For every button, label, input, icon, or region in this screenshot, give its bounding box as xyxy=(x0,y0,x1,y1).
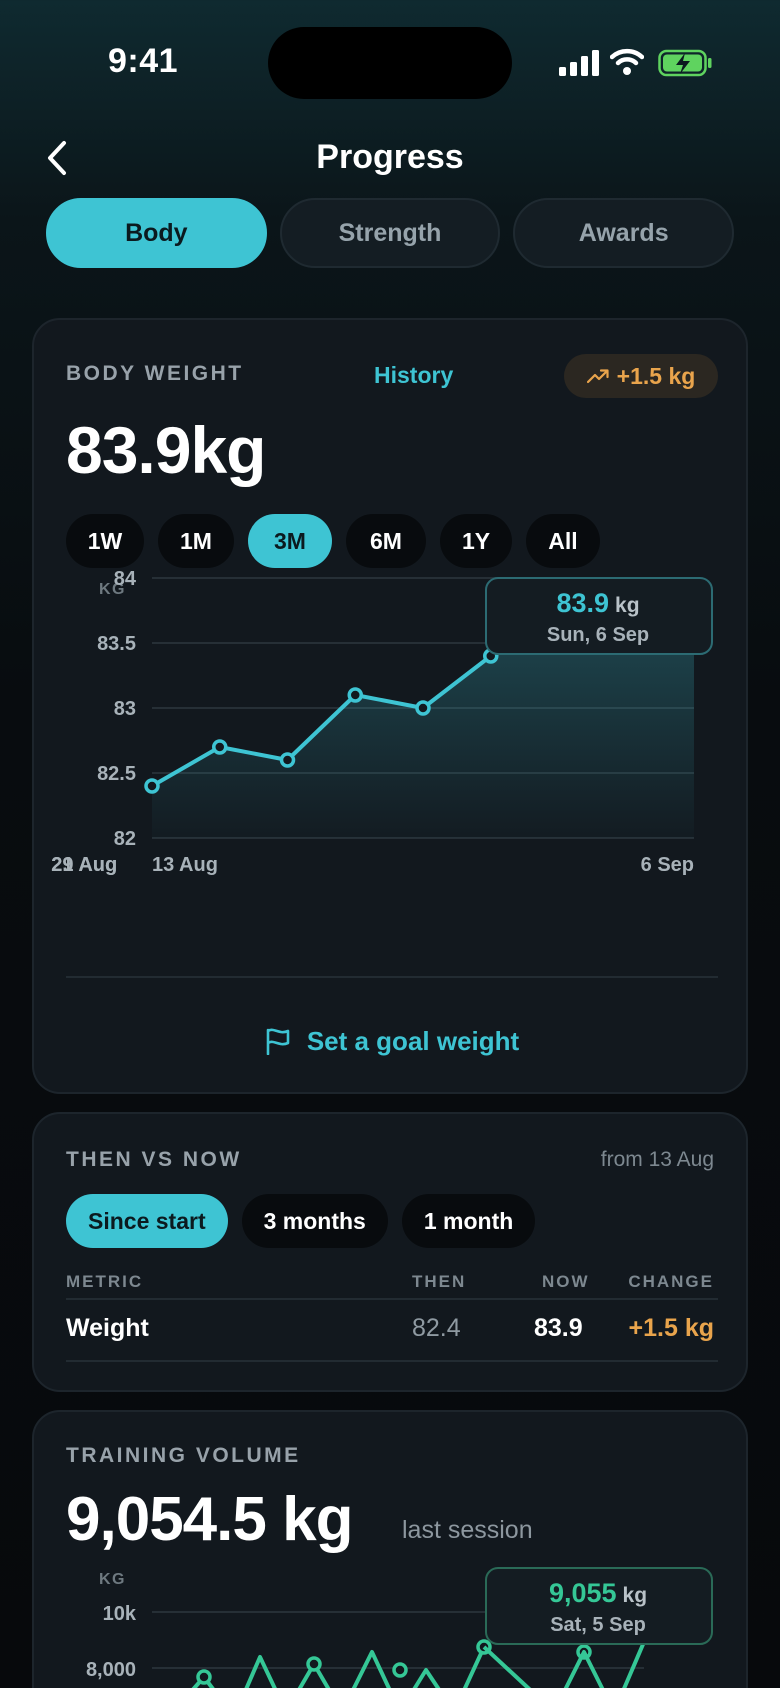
set-goal-weight-label: Set a goal weight xyxy=(306,1025,520,1056)
column-then: THEN xyxy=(412,1272,467,1291)
compare-period-selector: Since start 3 months 1 month xyxy=(66,1194,536,1248)
volume-tooltip-unit: kg xyxy=(623,1584,648,1607)
table-header-divider xyxy=(66,1298,718,1300)
row-now: 83.9 xyxy=(534,1314,583,1342)
volume-line xyxy=(482,1641,646,1688)
weight-chart: KG 8483.58382.582 13 Aug21 Aug29 Aug 6 Se… xyxy=(51,568,713,876)
y-tick-label: 83 xyxy=(114,698,136,720)
tab-strength[interactable]: Strength xyxy=(279,198,501,268)
tooltip-unit: kg xyxy=(615,594,640,617)
page-title: Progress xyxy=(316,138,464,176)
x-tick-label: 6 Sep xyxy=(641,854,694,876)
section-tabs: Body Strength Awards xyxy=(46,198,735,268)
row-then: 82.4 xyxy=(412,1314,461,1342)
then-vs-now-card: THEN VS NOW from 13 Aug Since start 3 mo… xyxy=(32,1112,748,1392)
y-tick-label: 83.5 xyxy=(97,633,136,655)
volume-tooltip-date: Sat, 5 Sep xyxy=(550,1614,646,1636)
period-since-start[interactable]: Since start xyxy=(66,1194,228,1248)
tab-body[interactable]: Body xyxy=(46,198,267,268)
weight-point[interactable] xyxy=(212,739,228,755)
wifi-icon xyxy=(610,48,644,75)
dynamic-island xyxy=(268,27,512,99)
column-metric: METRIC xyxy=(66,1272,144,1291)
cellular-signal-icon xyxy=(559,50,599,76)
y-tick-label: 82.5 xyxy=(97,763,136,785)
volume-y-axis-unit: KG xyxy=(99,1571,126,1588)
tab-awards[interactable]: Awards xyxy=(513,198,735,268)
then-vs-now-label: THEN VS NOW xyxy=(66,1148,242,1171)
set-goal-weight-button[interactable]: Set a goal weight xyxy=(34,1016,750,1066)
volume-point[interactable] xyxy=(196,1669,212,1685)
volume-tooltip-value: 9,055 xyxy=(549,1578,617,1608)
card-divider xyxy=(66,976,718,978)
x-tick-label: 29 Aug xyxy=(51,854,117,876)
period-1-month[interactable]: 1 month xyxy=(401,1194,536,1248)
y-tick-label: 82 xyxy=(114,828,136,850)
volume-point[interactable] xyxy=(306,1656,322,1672)
status-bar: 9:41 xyxy=(0,0,780,120)
status-time: 9:41 xyxy=(108,42,179,80)
row-metric: Weight xyxy=(66,1314,149,1342)
column-now: NOW xyxy=(542,1272,590,1291)
tooltip-value: 83.9 xyxy=(556,588,609,618)
battery-charging-icon xyxy=(658,49,712,77)
weight-point[interactable] xyxy=(347,687,363,703)
tooltip-date: Sun, 6 Sep xyxy=(547,624,649,646)
compare-from-date: from 13 Aug xyxy=(600,1148,714,1171)
period-3-months[interactable]: 3 months xyxy=(241,1194,388,1248)
y-tick-label: 84 xyxy=(114,568,137,590)
volume-tooltip: 9,055 kg Sat, 5 Sep xyxy=(485,1567,713,1645)
volume-y-tick: 8,000 xyxy=(86,1659,136,1681)
flag-icon xyxy=(266,1028,290,1055)
row-change: +1.5 kg xyxy=(628,1314,714,1342)
weight-point[interactable] xyxy=(144,778,160,794)
table-row-divider xyxy=(66,1360,718,1362)
body-weight-card: BODY WEIGHT History +1.5 kg 83.9kg 1W 1M… xyxy=(32,318,748,1094)
column-change: CHANGE xyxy=(628,1272,714,1291)
weight-tooltip: 83.9 kg Sun, 6 Sep xyxy=(485,577,713,655)
volume-y-tick: 10k xyxy=(103,1603,137,1625)
volume-point[interactable] xyxy=(392,1662,408,1678)
weight-point[interactable] xyxy=(279,752,296,768)
volume-chart: KG 10k 8,000 9,055 kg Sat, 5 Sep xyxy=(86,1567,713,1688)
x-tick-label: 13 Aug xyxy=(152,854,218,876)
weight-point[interactable] xyxy=(415,700,431,716)
training-volume-card: TRAINING VOLUME 9,054.5 kg last session … xyxy=(32,1410,748,1688)
